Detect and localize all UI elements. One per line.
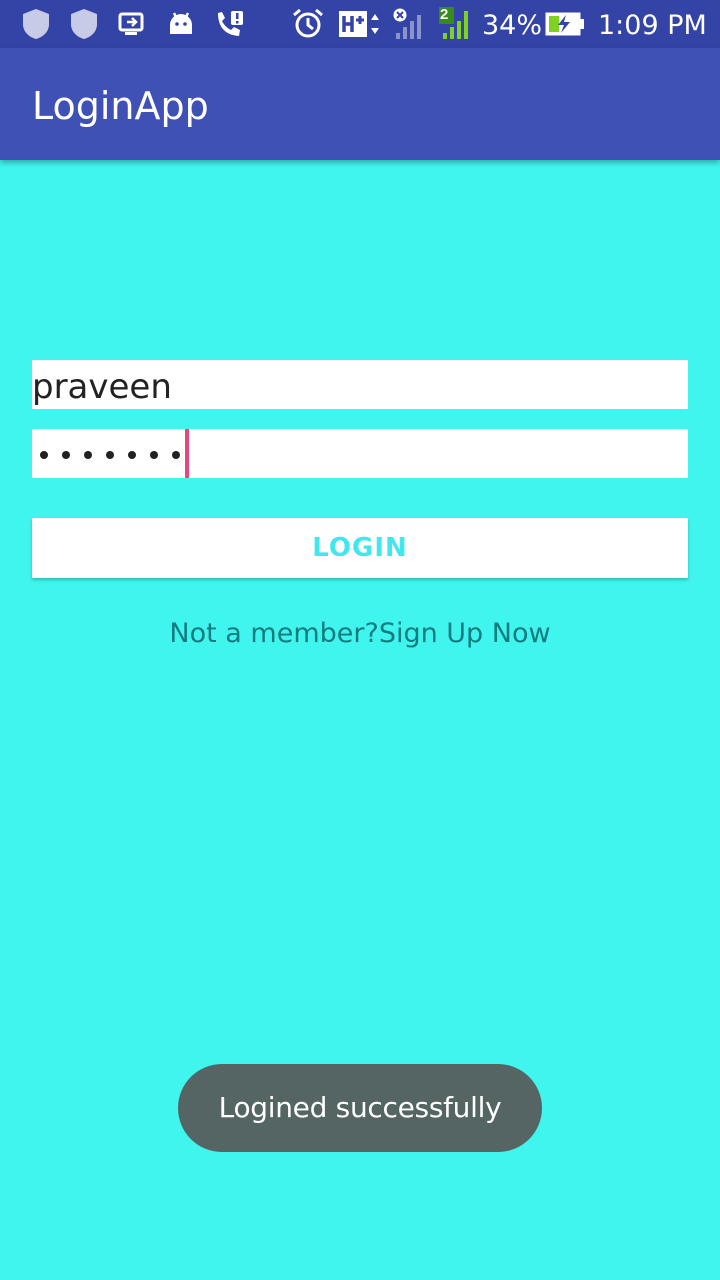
cast-icon [116, 8, 148, 40]
text-cursor [185, 429, 189, 478]
sim2-badge: 2 [440, 6, 449, 23]
h-plus-network-icon [337, 8, 385, 40]
password-dot [106, 451, 114, 459]
signup-link[interactable]: Not a member?Sign Up Now [0, 618, 720, 649]
password-dot [150, 451, 158, 459]
signal-x-icon [390, 8, 428, 40]
app-bar: LoginApp [0, 48, 720, 160]
alarm-icon [290, 8, 326, 40]
password-field[interactable] [32, 429, 688, 478]
username-field[interactable]: praveen [32, 360, 688, 409]
password-dot [128, 451, 136, 459]
signal-sim2-icon: 2 [436, 6, 474, 40]
password-dot [62, 451, 70, 459]
shield-icon [68, 8, 100, 40]
battery-percent: 34% [482, 10, 543, 41]
username-value: praveen [32, 367, 172, 407]
shield-icon [20, 8, 52, 40]
status-time: 1:09 PM [598, 10, 707, 41]
password-dot [84, 451, 92, 459]
missed-call-icon [212, 8, 246, 40]
login-button[interactable]: LOGIN [32, 518, 688, 578]
android-icon [166, 8, 196, 40]
toast-message: Logined successfully [178, 1064, 542, 1152]
app-title: LoginApp [32, 84, 209, 128]
status-bar: 2 34% 1:09 PM [0, 0, 720, 48]
password-dot [172, 451, 180, 459]
battery-charging-icon [544, 8, 586, 40]
password-dot [40, 451, 48, 459]
password-dots [40, 451, 194, 459]
